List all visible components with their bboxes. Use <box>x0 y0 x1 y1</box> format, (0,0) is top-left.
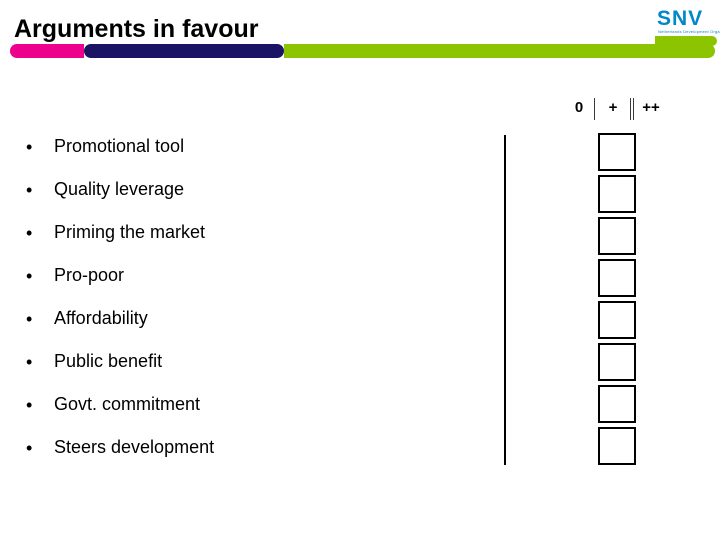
rating-header-separator-1 <box>594 98 595 120</box>
list-item: • Affordability <box>26 304 486 347</box>
list-item-label: Quality leverage <box>54 179 185 199</box>
rating-header-plus: + <box>608 99 618 116</box>
list-item: • Govt. commitment <box>26 390 486 433</box>
rating-header-zero: 0 <box>574 99 584 116</box>
vertical-divider <box>504 135 506 465</box>
rating-header-separator-2a <box>630 98 631 120</box>
bullet-marker-icon: • <box>26 223 33 243</box>
list-item: • Public benefit <box>26 347 486 390</box>
score-box-column <box>598 133 640 469</box>
list-item-label: Public benefit <box>54 351 163 371</box>
list-item-label: Promotional tool <box>54 136 185 156</box>
list-item-label: Priming the market <box>54 222 206 242</box>
accent-bar <box>10 44 715 58</box>
rating-column-headers: 0 + ++ <box>560 97 680 121</box>
snv-logo: SNV Netherlands Development Organisation <box>655 6 720 46</box>
rating-header-separator-2b <box>633 98 634 120</box>
list-item-label: Affordability <box>54 308 148 328</box>
score-box[interactable] <box>598 133 636 171</box>
accent-bar-segment-green <box>284 44 715 58</box>
bullet-marker-icon: • <box>26 266 33 286</box>
logo-tagline: Netherlands Development Organisation <box>658 29 720 34</box>
bullet-marker-icon: • <box>26 352 33 372</box>
score-box[interactable] <box>598 301 636 339</box>
score-box[interactable] <box>598 259 636 297</box>
bullet-marker-icon: • <box>26 180 33 200</box>
list-item: • Pro-poor <box>26 261 486 304</box>
slide-canvas: Arguments in favour SNV Netherlands Deve… <box>0 0 720 540</box>
list-item: • Quality leverage <box>26 175 486 218</box>
list-item: • Priming the market <box>26 218 486 261</box>
list-item: • Steers development <box>26 433 486 476</box>
bullet-marker-icon: • <box>26 395 33 415</box>
list-item-label: Pro-poor <box>54 265 125 285</box>
bullet-marker-icon: • <box>26 137 33 157</box>
list-item: • Promotional tool <box>26 132 486 175</box>
list-item-label: Govt. commitment <box>54 394 201 414</box>
arguments-list: • Promotional tool • Quality leverage • … <box>26 132 486 476</box>
rating-header-plusplus: ++ <box>642 99 660 116</box>
logo-green-bar <box>655 36 717 46</box>
accent-bar-segment-pink <box>10 44 84 58</box>
list-item-label: Steers development <box>54 437 215 457</box>
logo-wordmark: SNV <box>657 7 704 30</box>
page-title: Arguments in favour <box>14 15 259 43</box>
score-box[interactable] <box>598 217 636 255</box>
bullet-marker-icon: • <box>26 309 33 329</box>
score-box[interactable] <box>598 343 636 381</box>
score-box[interactable] <box>598 175 636 213</box>
bullet-marker-icon: • <box>26 438 33 458</box>
score-box[interactable] <box>598 427 636 465</box>
accent-bar-segment-navy <box>84 44 284 58</box>
score-box[interactable] <box>598 385 636 423</box>
